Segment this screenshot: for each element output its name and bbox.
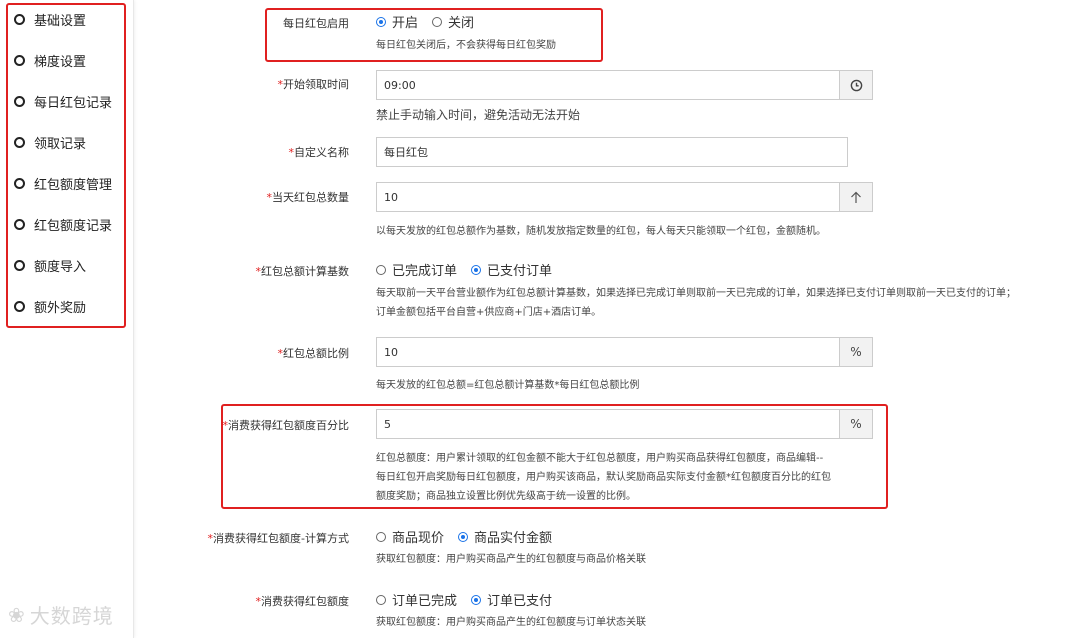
calc-method-label: *消费获得红包额度-计算方式	[207, 532, 349, 545]
start-time-input[interactable]: 09:00	[376, 70, 840, 100]
watermark-logo-icon: ❀	[8, 602, 26, 627]
circle-icon	[14, 259, 25, 271]
calc-method-paid-amount-option[interactable]: 商品实付金额	[458, 527, 552, 546]
circle-icon	[14, 300, 25, 312]
daily-enable-label: 每日红包启用	[283, 17, 349, 30]
arrow-up-icon	[851, 191, 861, 203]
total-ratio-input[interactable]: 10	[376, 337, 840, 367]
sidebar-item-label: 每日红包记录	[34, 95, 113, 111]
circle-icon	[14, 13, 25, 25]
radio-unselected-icon	[376, 531, 386, 542]
daily-count-help: 以每天发放的红包总额作为基数，随机发放指定数量的红包，每人每天只能领取一个红包，…	[376, 226, 826, 237]
radio-selected-icon	[376, 16, 386, 27]
circle-icon	[14, 95, 25, 107]
circle-icon	[14, 136, 25, 148]
daily-count-input[interactable]: 10	[376, 182, 840, 212]
radio-unselected-icon	[376, 594, 386, 605]
daily-enable-radio-group: 开启 关闭	[376, 12, 488, 31]
consume-quota-completed-option[interactable]: 订单已完成	[376, 590, 457, 609]
calc-method-current-price-option[interactable]: 商品现价	[376, 527, 444, 546]
total-ratio-unit: %	[839, 337, 873, 367]
consume-percent-help-line2: 每日红包开启奖励每日红包额度，用户购买该商品，默认奖励商品实际支付金额*红包额度…	[376, 472, 831, 483]
consume-percent-input[interactable]: 5	[376, 409, 840, 439]
calc-base-radio-group: 已完成订单 已支付订单	[376, 260, 566, 279]
sidebar-item-quota-records[interactable]: 红包额度记录	[14, 213, 112, 235]
circle-icon	[14, 54, 25, 66]
total-ratio-help: 每天发放的红包总额=红包总额计算基数*每日红包总额比例	[376, 380, 640, 391]
sidebar-item-label: 梯度设置	[34, 54, 87, 70]
custom-name-input[interactable]: 每日红包	[376, 137, 848, 167]
circle-icon	[14, 177, 25, 189]
start-time-clock-button[interactable]	[839, 70, 873, 100]
sidebar-item-gradient-settings[interactable]: 梯度设置	[14, 49, 86, 71]
radio-selected-icon	[471, 594, 482, 605]
total-ratio-label: *红包总额比例	[277, 347, 350, 360]
consume-percent-unit: %	[839, 409, 873, 439]
daily-enable-off-option[interactable]: 关闭	[432, 12, 474, 31]
calc-method-help: 获取红包额度：用户购买商品产生的红包额度与商品价格关联	[376, 554, 646, 565]
radio-unselected-icon	[432, 16, 443, 27]
calc-base-paid-option[interactable]: 已支付订单	[471, 260, 552, 279]
calc-base-label: *红包总额计算基数	[255, 265, 350, 278]
consume-quota-label: *消费获得红包额度	[255, 595, 350, 608]
custom-name-label: *自定义名称	[288, 146, 350, 159]
radio-selected-icon	[458, 531, 469, 542]
start-time-help: 禁止手动输入时间，避免活动无法开始	[376, 108, 581, 122]
daily-enable-help: 每日红包关闭后，不会获得每日红包奖励	[376, 40, 556, 51]
consume-quota-radio-group: 订单已完成 订单已支付	[376, 590, 566, 609]
sidebar-item-label: 红包额度记录	[34, 218, 113, 234]
clock-icon	[850, 79, 862, 91]
sidebar-item-daily-records[interactable]: 每日红包记录	[14, 90, 112, 112]
calc-base-completed-option[interactable]: 已完成订单	[376, 260, 457, 279]
sidebar-item-extra-reward[interactable]: 额外奖励	[14, 295, 86, 317]
consume-percent-help-line3: 额度奖励；商品独立设置比例优先级高于统一设置的比例。	[376, 491, 636, 502]
calc-base-help-line1: 每天取前一天平台营业额作为红包总额计算基数，如果选择已完成订单则取前一天已完成的…	[376, 288, 1016, 299]
calc-method-radio-group: 商品现价 商品实付金额	[376, 527, 566, 546]
circle-icon	[14, 218, 25, 230]
daily-enable-on-option[interactable]: 开启	[376, 12, 418, 31]
radio-selected-icon	[471, 264, 482, 275]
calc-base-help-line2: 订单金额包括平台自营+供应商+门店+酒店订单。	[376, 307, 602, 318]
consume-quota-help: 获取红包额度：用户购买商品产生的红包额度与订单状态关联	[376, 617, 646, 628]
radio-unselected-icon	[376, 264, 386, 275]
daily-count-label: *当天红包总数量	[266, 191, 350, 204]
daily-count-stepper-button[interactable]	[839, 182, 873, 212]
consume-percent-help-line1: 红包总额度：用户累计领取的红包金额不能大于红包总额度，用户购买商品获得红包额度，…	[376, 453, 824, 464]
sidebar-item-label: 额外奖励	[34, 300, 87, 316]
start-time-label: *开始领取时间	[277, 78, 350, 91]
consume-quota-paid-option[interactable]: 订单已支付	[471, 590, 552, 609]
consume-percent-label: *消费获得红包额度百分比	[222, 419, 350, 432]
